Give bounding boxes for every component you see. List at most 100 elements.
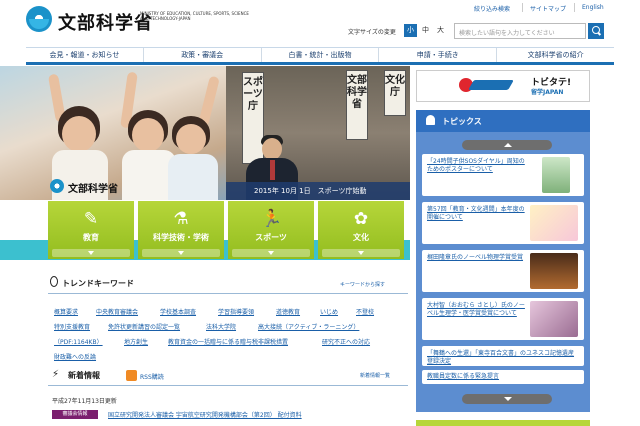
divider — [522, 3, 523, 12]
category-tile-science[interactable]: ⚗ 科学技術・学術 — [138, 201, 224, 259]
topic-link[interactable]: 「舞鶴への生還」「東寺百合文書」のユネスコ記憶遺産登録決定 — [427, 350, 579, 366]
filter-search-link[interactable]: 絞り込み検索 — [474, 4, 510, 13]
banner-subtitle: 留学JAPAN — [531, 89, 564, 96]
flask-icon: ⚗ — [173, 209, 189, 229]
pencil-icon: ✎ — [83, 209, 99, 229]
keyword-link[interactable]: 免許状更新講習の認定一覧 — [108, 322, 180, 331]
keyword-link[interactable]: 概算要求 — [54, 307, 78, 316]
global-nav: 会見・報道・お知らせ 政策・審議会 白書・統計・出版物 申請・手続き 文部科学省… — [26, 47, 614, 65]
site-logo-english: MINISTRY OF EDUCATION, CULTURE, SPORTS, … — [140, 11, 249, 21]
font-size-label: 文字サイズの変更 — [348, 29, 396, 36]
tobitate-banner[interactable]: トビタテ! 留学JAPAN — [416, 70, 590, 102]
sitemap-link[interactable]: サイトマップ — [530, 4, 566, 13]
keyword-link[interactable]: 中央教育審議会 — [96, 307, 138, 316]
runner-icon: 🏃 — [261, 209, 283, 229]
nav-item-about[interactable]: 文部科学省の紹介 — [497, 48, 614, 62]
person-tie — [270, 160, 275, 180]
rss-link[interactable]: RSS購読 — [140, 372, 164, 381]
font-size-small-button[interactable]: 小 — [404, 24, 417, 37]
font-size-large-button[interactable]: 大 — [434, 24, 447, 37]
rss-icon[interactable] — [126, 370, 137, 381]
header: 文部科学省 MINISTRY OF EDUCATION, CULTURE, SP… — [0, 0, 640, 46]
hero-logo-icon — [50, 179, 64, 193]
divider — [574, 3, 575, 12]
topic-item[interactable]: 「24時間子供SOSダイヤル」周知のためのポスターについて — [422, 154, 584, 196]
topics-scroll-up-button[interactable] — [462, 140, 552, 150]
mext-homepage: 文部科学省 MINISTRY OF EDUCATION, CULTURE, SP… — [0, 0, 640, 426]
topics-panel: トピックス 「24時間子供SOSダイヤル」周知のためのポスターについて 第57回… — [416, 110, 590, 412]
chevron-down-icon — [232, 249, 310, 257]
keyword-link[interactable]: 学校基本調査 — [160, 307, 196, 316]
font-size-medium-button[interactable]: 中 — [419, 24, 432, 37]
category-label: スポーツ — [255, 233, 287, 242]
hero-logo-text: 文部科学省 — [68, 184, 118, 195]
topic-link[interactable]: 「24時間子供SOSダイヤル」周知のためのポスターについて — [427, 158, 527, 174]
keyword-link[interactable]: 地方創生 — [124, 337, 148, 346]
lightbulb-icon — [50, 276, 58, 287]
site-logo-text[interactable]: 文部科学省 — [58, 9, 153, 35]
keyword-link[interactable]: 財政難への反論 — [54, 352, 96, 361]
child-shirt — [168, 154, 218, 200]
topic-item[interactable]: 大村智（おおむら さとし）氏のノーベル生理学・医学賞受賞について — [422, 298, 584, 340]
hero-caption: 2015年 10月 1日 スポーツ庁始動 — [254, 187, 367, 195]
keyword-link[interactable]: 学習指導要領 — [218, 307, 254, 316]
keyword-link[interactable]: 特別支援教育 — [54, 322, 90, 331]
topic-item[interactable]: 梶田隆章氏のノーベル物理学賞受賞 — [422, 250, 584, 292]
keyword-link[interactable]: 道徳教育 — [276, 307, 300, 316]
person-face — [262, 138, 282, 160]
keyword-link[interactable]: いじめ — [320, 307, 338, 316]
news-title: 新着情報 — [68, 371, 100, 380]
chevron-down-icon — [52, 249, 130, 257]
nav-item-press[interactable]: 会見・報道・お知らせ — [26, 48, 144, 62]
topic-link[interactable]: 梶田隆章氏のノーベル物理学賞受賞 — [427, 254, 527, 262]
topic-thumbnail — [530, 253, 578, 289]
topic-link[interactable]: 第57回「教育・文化週間」本年度の開催について — [427, 206, 527, 222]
category-label: 科学技術・学術 — [153, 233, 209, 242]
child-face — [62, 116, 96, 152]
keyword-link[interactable]: 高大接続（アクティブ・ラーニング） — [258, 322, 359, 331]
topic-link[interactable]: 教職員定数に係る緊急提言 — [427, 373, 579, 381]
airplane-icon — [468, 80, 514, 90]
keyword-link[interactable]: 法科大学院 — [206, 322, 236, 331]
news-item-link[interactable]: 国立研究開発法人審議会 宇宙航空研究開発機構部会（第2回） 配付資料 — [108, 410, 302, 419]
topic-thumbnail — [542, 157, 570, 193]
keyword-link[interactable]: 不登校 — [356, 307, 374, 316]
keyword-link[interactable]: 教育資金の一括贈与に係る贈与税非課税措置 — [168, 337, 288, 346]
nav-item-policy[interactable]: 政策・審議会 — [144, 48, 262, 62]
category-tile-sports[interactable]: 🏃 スポーツ — [228, 201, 314, 259]
topic-link[interactable]: 大村智（おおむら さとし）氏のノーベル生理学・医学賞受賞について — [427, 302, 527, 318]
news-date: 平成27年11月13日更新 — [52, 398, 117, 405]
topic-thumbnail — [530, 205, 578, 241]
sign-culture-agency: 文化庁 — [384, 70, 406, 116]
category-tile-culture[interactable]: ✿ 文化 — [318, 201, 404, 259]
search-icon[interactable] — [588, 23, 604, 39]
nav-item-publications[interactable]: 白書・統計・出版物 — [262, 48, 380, 62]
nav-item-applications[interactable]: 申請・手続き — [379, 48, 498, 62]
bell-icon — [426, 115, 435, 125]
ministry-logo-icon[interactable] — [26, 6, 52, 32]
trend-keywords-title: トレンドキーワード — [62, 279, 134, 288]
news-category-badge: 審議会情報 — [52, 410, 98, 419]
english-link[interactable]: English — [582, 4, 604, 11]
category-label: 教育 — [83, 233, 99, 242]
topics-scroll-down-button[interactable] — [462, 394, 552, 404]
accent-bar — [416, 420, 590, 426]
topic-item[interactable]: 教職員定数に係る緊急提言 — [422, 370, 584, 384]
child-face — [176, 124, 206, 154]
news-header — [48, 366, 408, 386]
topic-item[interactable]: 「舞鶴への生還」「東寺百合文書」のユネスコ記憶遺産登録決定 — [422, 346, 584, 366]
category-tile-education[interactable]: ✎ 教育 — [48, 201, 134, 259]
topic-item[interactable]: 第57回「教育・文化週間」本年度の開催について — [422, 202, 584, 244]
ribbon-icon: ✿ — [353, 209, 369, 229]
search-input[interactable]: 検索したい語句を入力してください — [454, 23, 586, 39]
topics-header: トピックス — [416, 110, 590, 132]
news-list-link[interactable]: 新着情報一覧 — [360, 372, 390, 379]
topics-title: トピックス — [442, 117, 482, 126]
sign-sports-agency: スポーツ庁 — [242, 72, 264, 164]
child-face — [132, 118, 164, 152]
keyword-search-link[interactable]: キーワードから探す — [340, 281, 385, 288]
category-label: 文化 — [353, 233, 369, 242]
topic-thumbnail — [530, 301, 578, 337]
keyword-link[interactable]: 研究不正への対応 — [322, 337, 370, 346]
keyword-link[interactable]: （PDF:1164KB） — [54, 337, 103, 346]
